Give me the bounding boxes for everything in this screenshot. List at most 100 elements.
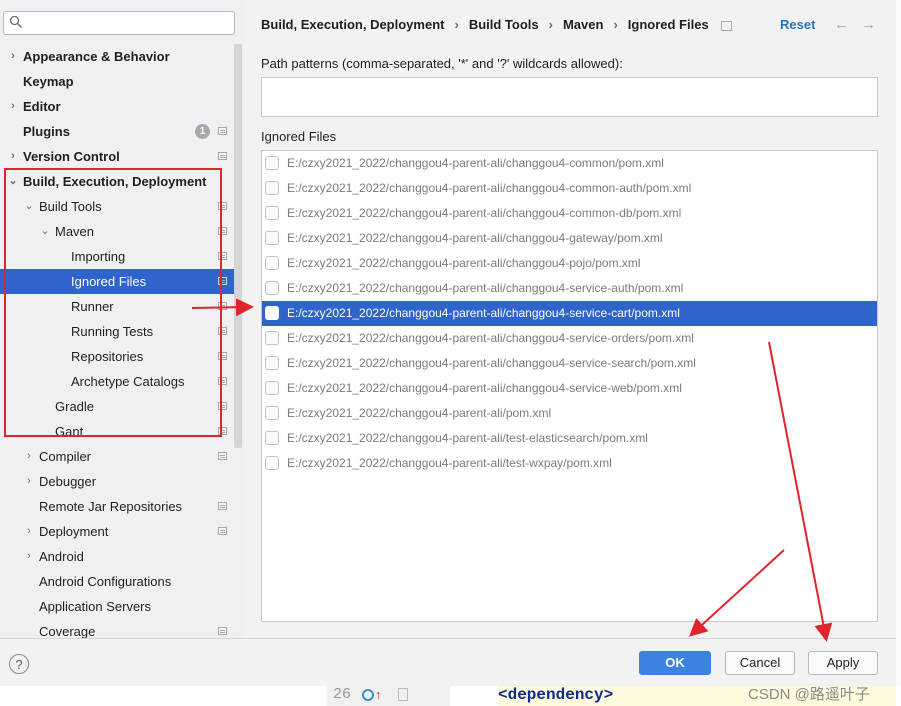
- project-scope-icon: [218, 627, 227, 635]
- ignore-checkbox[interactable]: [265, 356, 279, 370]
- back-arrow-icon[interactable]: ←: [834, 15, 849, 35]
- file-path: E:/czxy2021_2022/changgou4-parent-ali/ch…: [287, 181, 692, 195]
- breadcrumb-item[interactable]: Maven: [563, 15, 603, 35]
- editor-edge: [896, 0, 901, 686]
- sidebar-item-label: Editor: [23, 99, 61, 114]
- ignored-files-label: Ignored Files: [261, 129, 337, 144]
- search-input[interactable]: [3, 11, 235, 35]
- ignore-checkbox[interactable]: [265, 406, 279, 420]
- sidebar-item-label: Keymap: [23, 74, 74, 89]
- project-scope-icon: [218, 527, 227, 535]
- sidebar-item[interactable]: Remote Jar Repositories: [0, 494, 236, 519]
- path-patterns-input[interactable]: [261, 77, 878, 117]
- sidebar-item[interactable]: › Appearance & Behavior: [0, 44, 236, 69]
- sidebar-item[interactable]: Keymap: [0, 69, 236, 94]
- file-path: E:/czxy2021_2022/changgou4-parent-ali/ch…: [287, 231, 663, 245]
- ignored-file-row[interactable]: E:/czxy2021_2022/changgou4-parent-ali/ch…: [262, 276, 877, 301]
- sidebar-item[interactable]: Android Configurations: [0, 569, 236, 594]
- sidebar-item-label: Debugger: [39, 474, 97, 489]
- sidebar-item[interactable]: Plugins 1: [0, 119, 236, 144]
- ignore-checkbox[interactable]: [265, 381, 279, 395]
- file-path: E:/czxy2021_2022/changgou4-parent-ali/ch…: [287, 331, 694, 345]
- sidebar-item-label: Plugins: [23, 124, 70, 139]
- apply-button[interactable]: Apply: [808, 651, 878, 675]
- ignore-checkbox[interactable]: [265, 281, 279, 295]
- project-scope-icon: [218, 127, 227, 135]
- ignored-file-row[interactable]: E:/czxy2021_2022/changgou4-parent-ali/te…: [262, 451, 877, 476]
- ignored-file-row[interactable]: E:/czxy2021_2022/changgou4-parent-ali/ch…: [262, 326, 877, 351]
- ignore-checkbox[interactable]: [265, 306, 279, 320]
- breadcrumb-item[interactable]: Build, Execution, Deployment: [261, 15, 444, 35]
- help-icon[interactable]: ?: [9, 654, 29, 674]
- breadcrumb-item[interactable]: Build Tools: [469, 15, 539, 35]
- ignored-files-list: E:/czxy2021_2022/changgou4-parent-ali/ch…: [261, 150, 878, 622]
- sidebar-item-label: Deployment: [39, 524, 109, 539]
- ignored-file-row[interactable]: E:/czxy2021_2022/changgou4-parent-ali/ch…: [262, 376, 877, 401]
- file-path: E:/czxy2021_2022/changgou4-parent-ali/ch…: [287, 281, 684, 295]
- ignored-file-row[interactable]: E:/czxy2021_2022/changgou4-parent-ali/ch…: [262, 151, 877, 176]
- line-number: 26: [333, 686, 352, 703]
- chevron-right-icon: ›: [548, 17, 553, 32]
- file-path: E:/czxy2021_2022/changgou4-parent-ali/ch…: [287, 381, 682, 395]
- ignored-file-row[interactable]: E:/czxy2021_2022/changgou4-parent-ali/ch…: [262, 201, 877, 226]
- annotation-highlight-box: [4, 168, 222, 437]
- chevron-right-icon[interactable]: ›: [23, 444, 35, 469]
- ignore-checkbox[interactable]: [265, 456, 279, 470]
- sidebar-scrollbar[interactable]: [234, 44, 242, 448]
- bookmark-icon: [398, 688, 408, 701]
- chevron-right-icon[interactable]: ›: [23, 544, 35, 569]
- sidebar-item[interactable]: Application Servers: [0, 594, 236, 619]
- search-icon: [9, 15, 22, 28]
- chevron-right-icon[interactable]: ›: [7, 44, 19, 69]
- editor-background: 26 ↑ <dependency> CSDN @路遥叶子: [0, 686, 901, 706]
- project-scope-icon: [218, 152, 227, 160]
- ok-button[interactable]: OK: [639, 651, 711, 675]
- watermark: CSDN @路遥叶子: [748, 686, 870, 703]
- ignored-file-row[interactable]: E:/czxy2021_2022/changgou4-parent-ali/ch…: [262, 301, 877, 326]
- ignored-file-row[interactable]: E:/czxy2021_2022/changgou4-parent-ali/te…: [262, 426, 877, 451]
- ignored-file-row[interactable]: E:/czxy2021_2022/changgou4-parent-ali/po…: [262, 401, 877, 426]
- sidebar-item-label: Version Control: [23, 149, 120, 164]
- ignore-checkbox[interactable]: [265, 156, 279, 170]
- chevron-right-icon[interactable]: ›: [7, 144, 19, 169]
- cancel-button[interactable]: Cancel: [725, 651, 795, 675]
- sidebar-item[interactable]: › Compiler: [0, 444, 236, 469]
- sidebar-item-label: Remote Jar Repositories: [39, 499, 183, 514]
- ignore-checkbox[interactable]: [265, 231, 279, 245]
- file-path: E:/czxy2021_2022/changgou4-parent-ali/ch…: [287, 256, 641, 270]
- ignore-checkbox[interactable]: [265, 206, 279, 220]
- chevron-right-icon: ›: [454, 17, 459, 32]
- sidebar-item[interactable]: › Editor: [0, 94, 236, 119]
- ignore-checkbox[interactable]: [265, 256, 279, 270]
- sidebar-item-label: Compiler: [39, 449, 92, 464]
- file-path: E:/czxy2021_2022/changgou4-parent-ali/ch…: [287, 156, 664, 170]
- settings-content: Build, Execution, Deployment › Build Tools…: [244, 0, 896, 638]
- ignore-checkbox[interactable]: [265, 181, 279, 195]
- ignore-checkbox[interactable]: [265, 331, 279, 345]
- ignored-file-row[interactable]: E:/czxy2021_2022/changgou4-parent-ali/ch…: [262, 176, 877, 201]
- chevron-right-icon: ›: [613, 17, 618, 32]
- ignored-file-row[interactable]: E:/czxy2021_2022/changgou4-parent-ali/ch…: [262, 226, 877, 251]
- chevron-right-icon[interactable]: ›: [23, 469, 35, 494]
- ignored-file-row[interactable]: E:/czxy2021_2022/changgou4-parent-ali/ch…: [262, 251, 877, 276]
- sidebar-item[interactable]: › Debugger: [0, 469, 236, 494]
- chevron-right-icon[interactable]: ›: [23, 519, 35, 544]
- override-marker-icon[interactable]: [362, 689, 374, 701]
- forward-arrow-icon[interactable]: →: [861, 15, 876, 35]
- sidebar-item[interactable]: › Android: [0, 544, 236, 569]
- file-path: E:/czxy2021_2022/changgou4-parent-ali/te…: [287, 431, 648, 445]
- project-scope-icon: [218, 452, 227, 460]
- chevron-right-icon[interactable]: ›: [7, 94, 19, 119]
- reset-link[interactable]: Reset: [780, 15, 815, 35]
- file-path: E:/czxy2021_2022/changgou4-parent-ali/po…: [287, 406, 552, 420]
- sidebar-item[interactable]: › Deployment: [0, 519, 236, 544]
- code-text: <dependency>: [498, 686, 614, 704]
- project-scope-icon: [720, 20, 732, 31]
- update-count-badge: 1: [195, 124, 210, 139]
- sidebar-item[interactable]: › Version Control: [0, 144, 236, 169]
- file-path: E:/czxy2021_2022/changgou4-parent-ali/ch…: [287, 356, 696, 370]
- file-path: E:/czxy2021_2022/changgou4-parent-ali/ch…: [287, 206, 682, 220]
- up-arrow-icon[interactable]: ↑: [375, 688, 382, 702]
- ignore-checkbox[interactable]: [265, 431, 279, 445]
- ignored-file-row[interactable]: E:/czxy2021_2022/changgou4-parent-ali/ch…: [262, 351, 877, 376]
